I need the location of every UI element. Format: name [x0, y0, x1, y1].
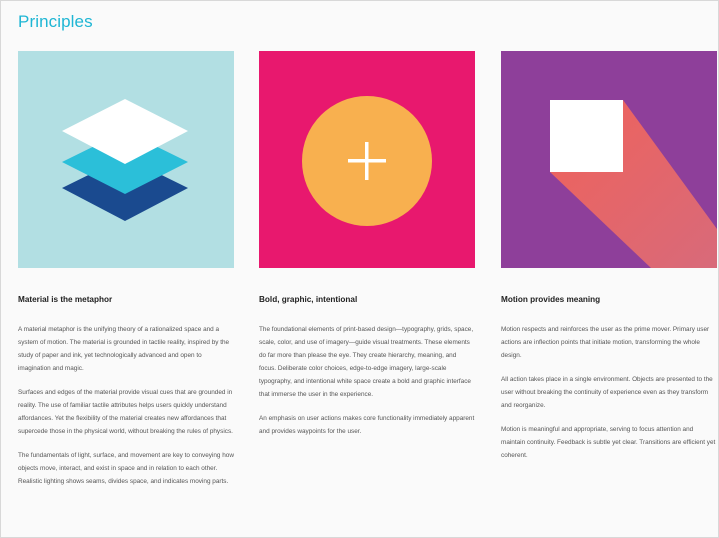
principle-card-material: Material is the metaphor A material meta…: [18, 51, 234, 488]
card-title: Motion provides meaning: [501, 295, 601, 304]
plus-horizontal: [348, 159, 386, 163]
card-paragraph: Motion respects and reinforces the user …: [501, 326, 710, 359]
principle-card-bold: Bold, graphic, intentional The foundatio…: [259, 51, 475, 438]
card-title: Material is the metaphor: [18, 295, 113, 304]
principle-card-motion: Motion provides meaning Motion respects …: [501, 51, 717, 462]
plus-circle-icon: [259, 51, 475, 268]
square-shape: [550, 100, 623, 172]
card-paragraph: The foundational elements of print-based…: [259, 326, 474, 398]
card-paragraph: Surfaces and edges of the material provi…: [18, 389, 233, 435]
square-shadow-icon: [501, 51, 717, 268]
card-illustration: [259, 51, 475, 268]
card-illustration: [501, 51, 717, 268]
page-frame: Principles Material is the metaphor A ma…: [0, 0, 719, 538]
page-title: Principles: [18, 12, 93, 31]
card-paragraph: All action takes place in a single envir…: [501, 376, 713, 409]
card-title: Bold, graphic, intentional: [259, 295, 358, 304]
card-paragraph: An emphasis on user actions makes core f…: [259, 415, 475, 435]
stacked-layers-icon: [18, 51, 234, 268]
card-paragraph: The fundamentals of light, surface, and …: [18, 452, 234, 485]
card-paragraph: A material metaphor is the unifying theo…: [18, 326, 230, 372]
card-illustration: [18, 51, 234, 268]
card-paragraph: Motion is meaningful and appropriate, se…: [501, 426, 716, 459]
